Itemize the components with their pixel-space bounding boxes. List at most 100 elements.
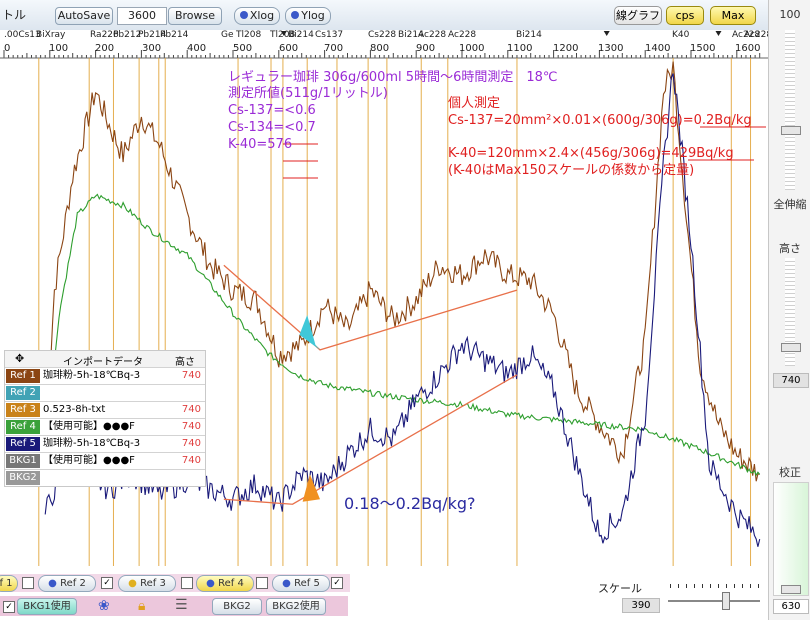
energy-tick: 1300 bbox=[598, 43, 624, 54]
ref-value: 740 bbox=[181, 421, 201, 432]
spectrum-graph[interactable]: .00Cs13 BiXray Ra226 Pb212 Pb214 Pb214 G… bbox=[0, 30, 772, 566]
ref3-button[interactable]: ● Ref 3 bbox=[118, 575, 176, 592]
nuclide-label: BiXray bbox=[36, 30, 66, 40]
ref-row[interactable]: Ref 3 0.523-8h-txt 740 bbox=[5, 402, 205, 419]
xlog-button[interactable]: Xlog bbox=[234, 7, 280, 25]
radio-icon: ● bbox=[48, 578, 57, 589]
ylog-button[interactable]: Ylog bbox=[285, 7, 331, 25]
height-value: 740 bbox=[773, 373, 809, 388]
ref2-button[interactable]: ● Ref 2 bbox=[38, 575, 96, 592]
energy-ruler: .00Cs13 BiXray Ra226 Pb212 Pb214 Pb214 G… bbox=[0, 30, 772, 58]
calibration-label: 校正 bbox=[779, 466, 801, 479]
ref-tag: Ref 5 bbox=[6, 437, 40, 451]
personal-note: (K-40はMax150スケールの係数から定量) bbox=[448, 163, 695, 178]
scale-label: スケール bbox=[598, 582, 642, 595]
window-title-fragment: トル bbox=[2, 8, 27, 22]
ref-tag: BKG2 bbox=[6, 471, 40, 485]
ref5-button[interactable]: ● Ref 5 bbox=[272, 575, 330, 592]
move-icon[interactable]: ✥ bbox=[15, 352, 24, 365]
energy-tick: 1200 bbox=[553, 43, 579, 54]
scale-slider[interactable] bbox=[668, 582, 764, 612]
list-icon[interactable]: ☰ bbox=[175, 597, 188, 613]
header-import: インポートデータ bbox=[63, 357, 143, 368]
lock-icon[interactable]: 🔒︎ bbox=[138, 598, 145, 614]
ref-row[interactable]: BKG2 bbox=[5, 470, 205, 486]
calibration-slider-thumb[interactable] bbox=[781, 585, 801, 594]
personal-title: 個人測定 bbox=[448, 96, 501, 111]
annotation-title: レギュラー珈琲 306g/600ml 5時間～6時間測定 18℃ bbox=[228, 70, 558, 85]
ref-row[interactable]: Ref 1 珈琲粉-5h-18℃Bq-3 740 bbox=[5, 368, 205, 385]
nuclide-label: Tl208 bbox=[236, 30, 262, 40]
ref-value: 740 bbox=[181, 455, 201, 466]
paw-icon[interactable]: ❀ bbox=[98, 598, 110, 614]
annotation-cs134: Cs-134=<0.7 bbox=[228, 120, 316, 135]
ref-row[interactable]: Ref 5 珈琲粉-5h-18℃Bq-3 740 bbox=[5, 436, 205, 453]
energy-tick: 1000 bbox=[459, 43, 485, 54]
xlog-label: Xlog bbox=[249, 9, 275, 22]
bottom-value: 630 bbox=[773, 599, 809, 614]
bkg2-button[interactable]: BKG2 bbox=[212, 598, 262, 615]
annotation-cs137: Cs-137=<0.6 bbox=[228, 103, 316, 118]
cps-button[interactable]: cps bbox=[666, 6, 704, 25]
reference-panel: ✥ インポートデータ 高さ Ref 1 珈琲粉-5h-18℃Bq-3 740 R… bbox=[4, 350, 206, 487]
count-input[interactable]: 3600 bbox=[117, 7, 167, 25]
ref1-checkbox[interactable] bbox=[22, 577, 34, 589]
ref-tag: BKG1 bbox=[6, 454, 40, 468]
ref2-label: Ref 2 bbox=[60, 578, 86, 589]
energy-tick: 0 bbox=[4, 43, 11, 54]
scale-slider-track bbox=[668, 600, 760, 602]
ref-name: 【使用可能】●●●F bbox=[43, 455, 135, 466]
ref2-checkbox[interactable]: ✓ bbox=[101, 577, 113, 589]
energy-tick: 1600 bbox=[735, 43, 761, 54]
energy-tick: 900 bbox=[416, 43, 436, 54]
ref-row[interactable]: BKG1 【使用可能】●●●F 740 bbox=[5, 453, 205, 470]
bkg2-use-button[interactable]: BKG2使用 bbox=[266, 598, 326, 615]
nuclide-label: Ge bbox=[221, 30, 234, 40]
ref-value: 740 bbox=[181, 370, 201, 381]
baseline-annotation bbox=[223, 374, 518, 505]
ref3-checkbox[interactable] bbox=[181, 577, 193, 589]
ref-value: 740 bbox=[181, 438, 201, 449]
ref1-button[interactable]: f 1 bbox=[0, 575, 18, 592]
full-width-slider[interactable] bbox=[785, 30, 795, 190]
ref-name: 珈琲粉-5h-18℃Bq-3 bbox=[43, 370, 141, 381]
ref4-checkbox[interactable] bbox=[256, 577, 268, 589]
calibration-slider[interactable] bbox=[773, 482, 809, 596]
annotation-reference: 測定所値(511g/1リットル) bbox=[228, 86, 388, 101]
energy-tick: 800 bbox=[370, 43, 390, 54]
energy-tick: 200 bbox=[95, 43, 115, 54]
energy-tick: 400 bbox=[187, 43, 207, 54]
ref4-label: Ref 4 bbox=[218, 578, 244, 589]
full-width-slider-thumb[interactable] bbox=[781, 126, 801, 135]
scale-slider-thumb[interactable] bbox=[722, 592, 730, 610]
scale-value: 390 bbox=[622, 598, 660, 613]
estimate-label: 0.18～0.2Bq/kg? bbox=[344, 494, 476, 513]
autosave-button[interactable]: AutoSave bbox=[55, 7, 113, 25]
nuclide-label: Cs137 bbox=[315, 30, 344, 40]
energy-tick: 1500 bbox=[690, 43, 716, 54]
ref-row[interactable]: Ref 2 bbox=[5, 385, 205, 402]
bkg1-use-button[interactable]: BKG1使用 bbox=[17, 598, 77, 615]
energy-tick: 600 bbox=[279, 43, 299, 54]
reference-panel-header: ✥ インポートデータ 高さ bbox=[5, 351, 205, 368]
height-slider-thumb[interactable] bbox=[781, 343, 801, 352]
ref-tag: Ref 1 bbox=[6, 369, 40, 383]
line-graph-button[interactable]: 線グラフ bbox=[614, 6, 662, 25]
ref4-button[interactable]: ● Ref 4 bbox=[196, 575, 254, 592]
ref-row[interactable]: Ref 4 【使用可能】●●●F 740 bbox=[5, 419, 205, 436]
radio-icon: ● bbox=[206, 578, 215, 589]
bkg1-checkbox[interactable]: ✓ bbox=[3, 601, 15, 613]
full-width-label: 全伸縮 bbox=[773, 198, 807, 211]
personal-k40: K-40=120mm×2.4×(456g/306g)=429Bq/kg bbox=[448, 146, 734, 161]
scale-slider-ticks bbox=[670, 584, 760, 588]
ref5-checkbox[interactable]: ✓ bbox=[331, 577, 343, 589]
energy-tick: 100 bbox=[49, 43, 69, 54]
ref-name: 0.523-8h-txt bbox=[43, 404, 106, 415]
top-value: 100 bbox=[779, 8, 801, 21]
browse-button[interactable]: Browse bbox=[168, 7, 222, 25]
radio-icon: ● bbox=[282, 578, 291, 589]
nuclide-label: Ac228 bbox=[418, 30, 447, 40]
max-button[interactable]: Max bbox=[710, 6, 756, 25]
cs137-peak-area bbox=[302, 474, 321, 502]
right-sidebar: 100 全伸縮 高さ 740 校正 630 bbox=[768, 0, 810, 620]
